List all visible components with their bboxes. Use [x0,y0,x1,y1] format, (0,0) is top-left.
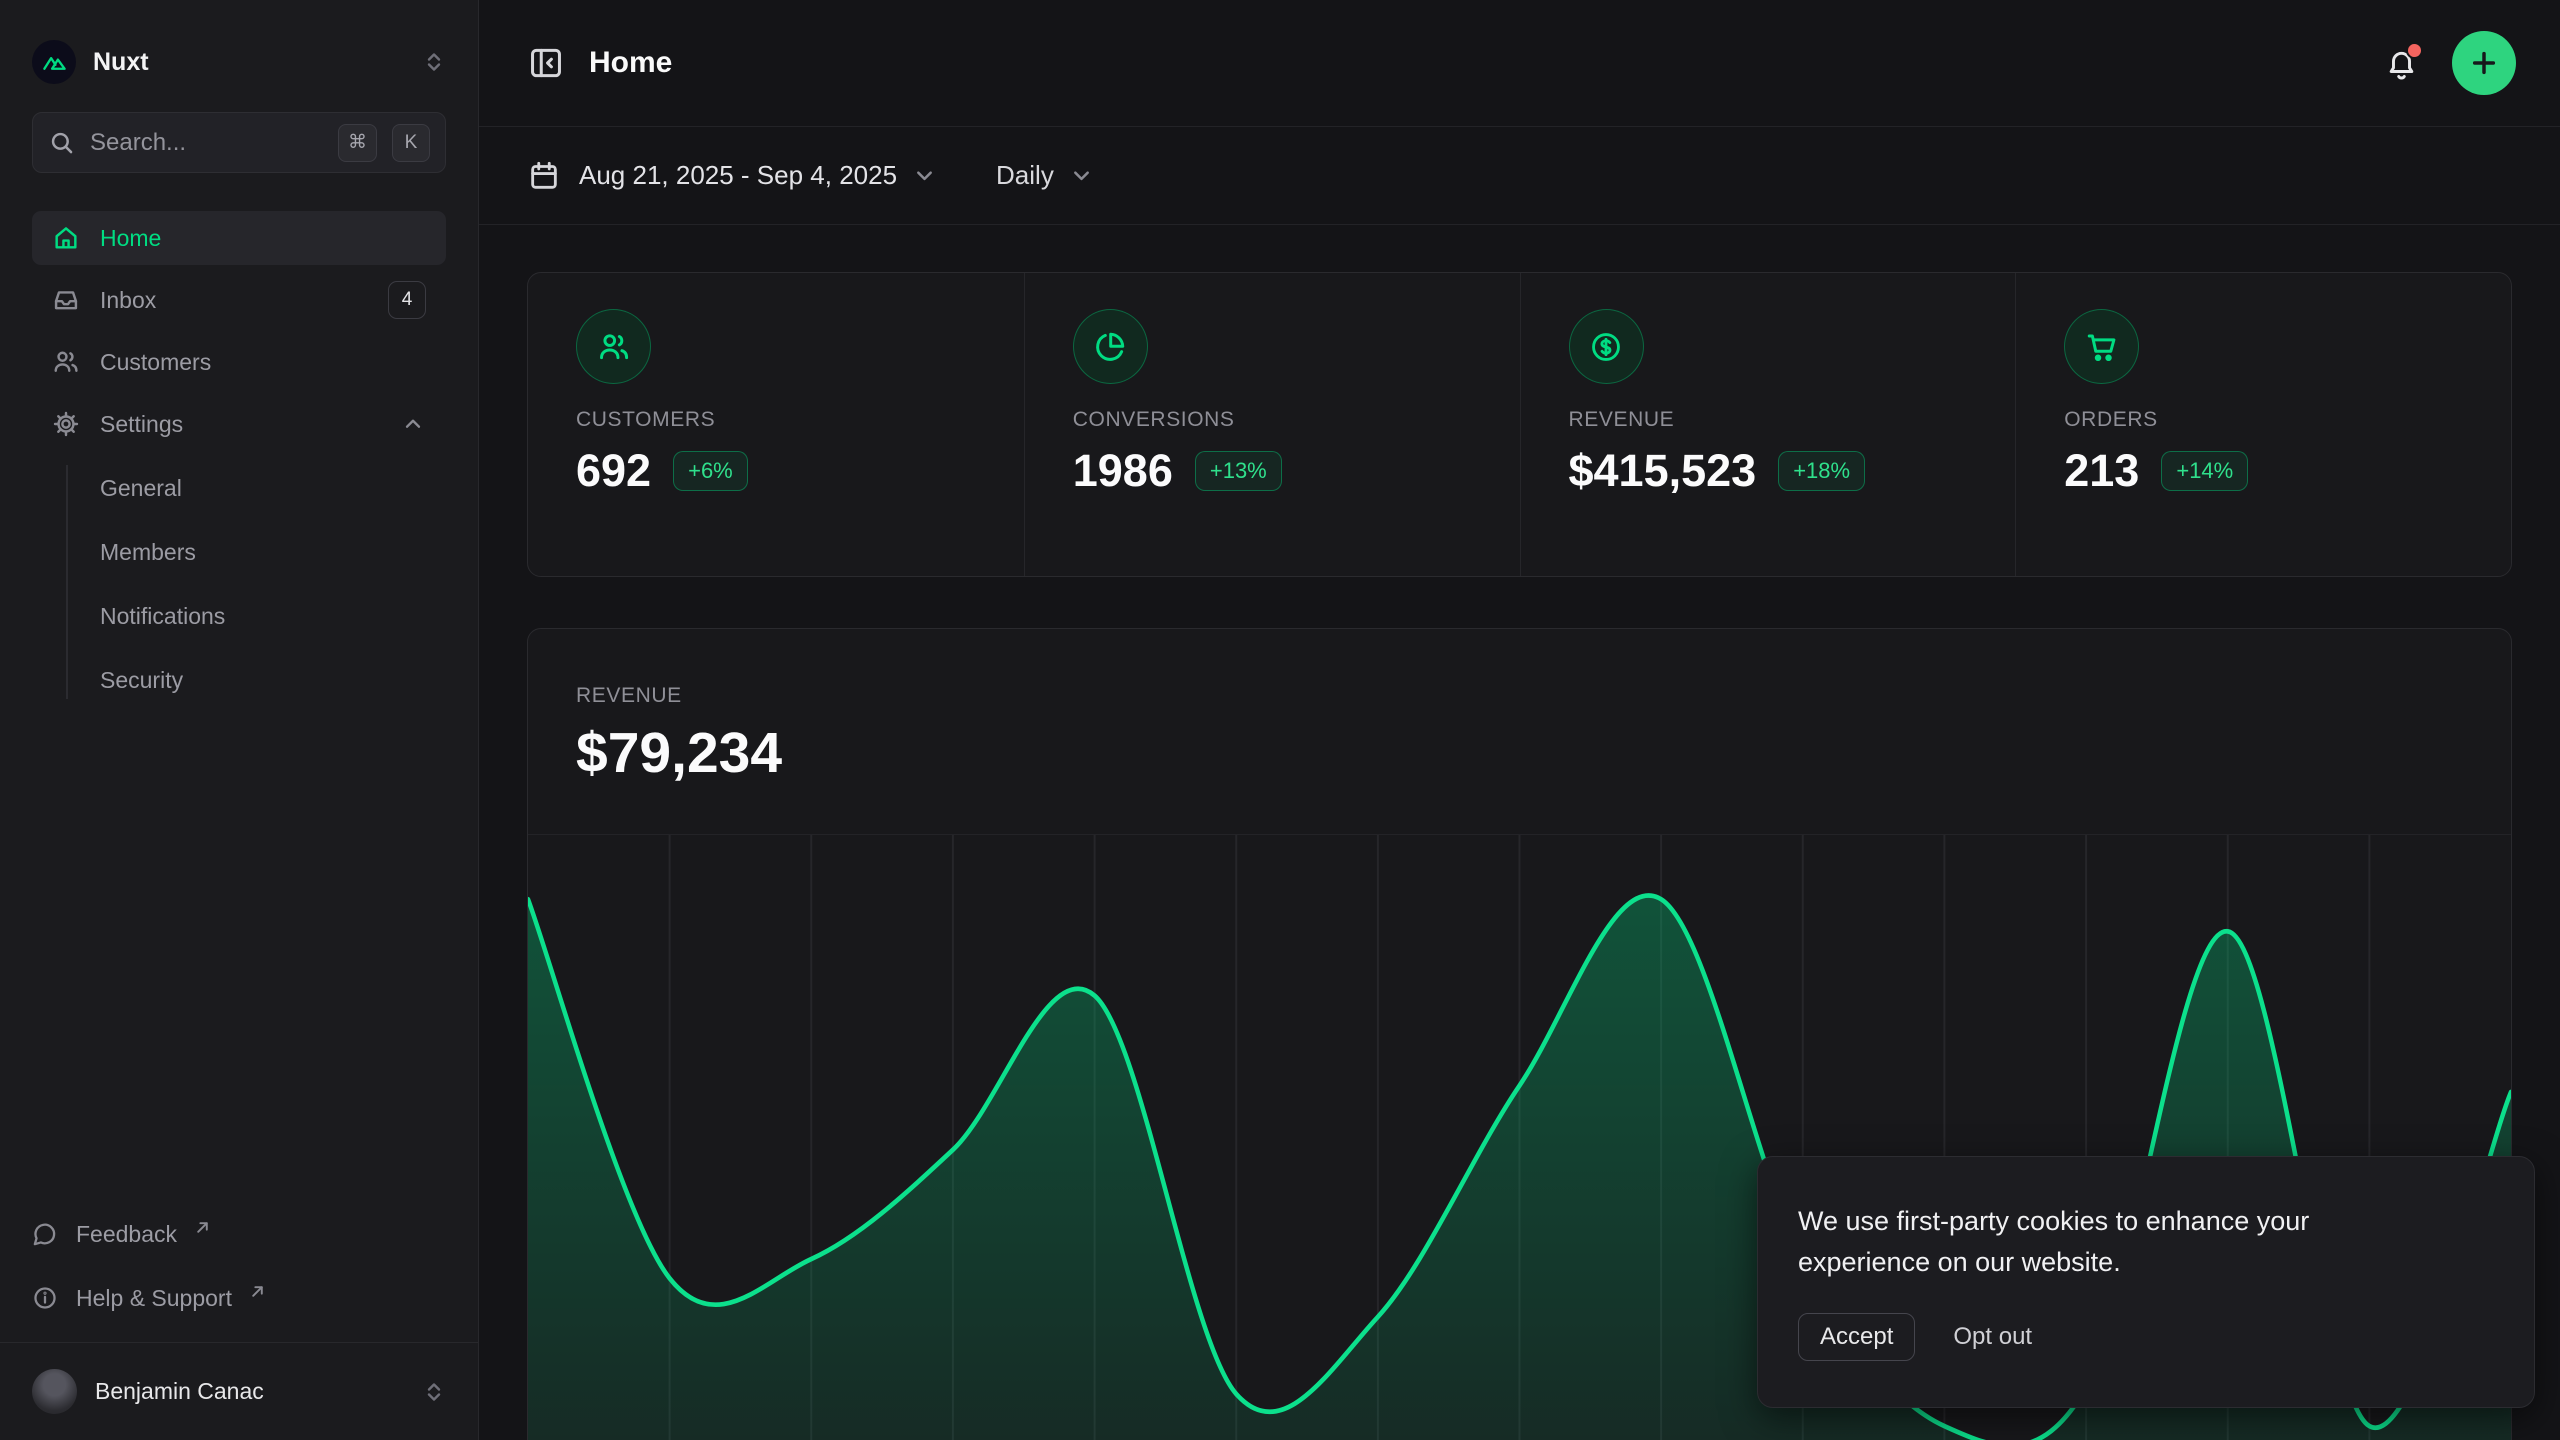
kbd-cmd: ⌘ [338,124,377,162]
gear-icon [52,410,80,438]
search-icon [48,129,75,156]
sidebar-item-label: Inbox [100,287,156,314]
brand-name: Nuxt [93,48,149,77]
stat-delta-badge: +14% [2161,451,2248,491]
stat-delta-badge: +6% [673,451,748,491]
stat-label: CUSTOMERS [576,408,1024,432]
sidebar-item-label: Customers [100,349,211,376]
chevrons-up-down-icon [422,50,446,74]
sub-item-label: Security [100,667,183,694]
chevrons-up-down-icon [422,1380,446,1404]
sidebar-item-notifications[interactable]: Notifications [100,587,446,645]
date-range-button[interactable]: Aug 21, 2025 - Sep 4, 2025 [579,160,897,191]
stat-delta-badge: +13% [1195,451,1282,491]
filter-toolbar: Aug 21, 2025 - Sep 4, 2025 Daily [479,127,2560,225]
sidebar-item-home[interactable]: Home [32,211,446,265]
topbar-actions [2383,31,2516,95]
stat-label: ORDERS [2064,408,2511,432]
notifications-button[interactable] [2383,45,2420,82]
stat-conversions[interactable]: CONVERSIONS 1986 +13% [1024,273,1520,576]
stat-label: CONVERSIONS [1073,408,1520,432]
feedback-link[interactable]: Feedback [32,1208,446,1260]
external-link-icon [195,1220,210,1235]
notification-dot [2406,42,2423,59]
revenue-chart-label: REVENUE [576,684,2463,708]
sub-item-label: General [100,475,182,502]
sidebar-collapse-icon[interactable] [527,44,565,82]
help-support-link[interactable]: Help & Support [32,1272,446,1324]
pie-chart-icon [1073,309,1148,384]
workspace-switcher[interactable]: Nuxt [32,38,446,86]
calendar-icon [527,159,561,193]
sidebar-item-settings[interactable]: Settings [32,397,446,451]
inbox-icon [52,286,80,314]
opt-out-button[interactable]: Opt out [1953,1323,2032,1351]
inbox-count-badge: 4 [388,281,426,319]
sidebar-item-label: Home [100,225,161,252]
home-icon [52,224,80,252]
dollar-circle-icon [1569,309,1644,384]
sidebar-nav: Home Inbox 4 Customers [32,211,446,709]
sub-item-label: Members [100,539,196,566]
sidebar-item-security[interactable]: Security [100,651,446,709]
kbd-k: K [392,124,430,162]
users-icon [52,348,80,376]
search-placeholder: Search... [90,129,323,157]
chevron-up-icon [400,411,426,437]
chevron-down-icon [1068,162,1095,189]
sidebar-item-general[interactable]: General [100,459,446,517]
stat-revenue[interactable]: REVENUE $415,523 +18% [1520,273,2016,576]
stat-value: 1986 [1073,445,1173,497]
sidebar: Nuxt Search... ⌘ K [0,0,479,1440]
stat-delta-badge: +18% [1778,451,1865,491]
external-link-icon [250,1284,265,1299]
info-circle-icon [32,1285,58,1311]
stat-customers[interactable]: CUSTOMERS 692 +6% [528,273,1024,576]
settings-subnav: General Members Notifications Security [32,459,446,709]
user-menu[interactable]: Benjamin Canac [0,1342,478,1440]
sidebar-item-inbox[interactable]: Inbox 4 [32,273,446,327]
cookie-banner: We use first-party cookies to enhance yo… [1757,1156,2535,1408]
users-icon [576,309,651,384]
speech-bubble-icon [32,1221,58,1247]
avatar [32,1369,77,1414]
sidebar-item-members[interactable]: Members [100,523,446,581]
user-name: Benjamin Canac [95,1378,264,1405]
granularity-select[interactable]: Daily [996,160,1095,191]
search-input[interactable]: Search... ⌘ K [32,112,446,173]
stat-value: 213 [2064,445,2139,497]
sidebar-footer: Feedback Help & Support [32,1208,446,1324]
cookie-message: We use first-party cookies to enhance yo… [1798,1201,2438,1283]
sidebar-item-customers[interactable]: Customers [32,335,446,389]
stat-orders[interactable]: ORDERS 213 +14% [2015,273,2511,576]
accept-button[interactable]: Accept [1798,1313,1915,1361]
sidebar-item-label: Settings [100,411,183,438]
granularity-value: Daily [996,160,1054,191]
revenue-chart-value: $79,234 [576,720,2463,786]
help-support-label: Help & Support [76,1285,232,1312]
page-title: Home [589,46,672,80]
stat-value: 692 [576,445,651,497]
nuxt-logo-icon [32,40,76,84]
cart-icon [2064,309,2139,384]
sub-item-label: Notifications [100,603,225,630]
stat-label: REVENUE [1569,408,2016,432]
topbar: Home [479,0,2560,127]
add-button[interactable] [2452,31,2516,95]
chevron-down-icon [911,162,938,189]
stat-value: $415,523 [1569,445,1757,497]
stats-card: CUSTOMERS 692 +6% CONVERSIONS 1986 [527,272,2512,577]
feedback-label: Feedback [76,1221,177,1248]
